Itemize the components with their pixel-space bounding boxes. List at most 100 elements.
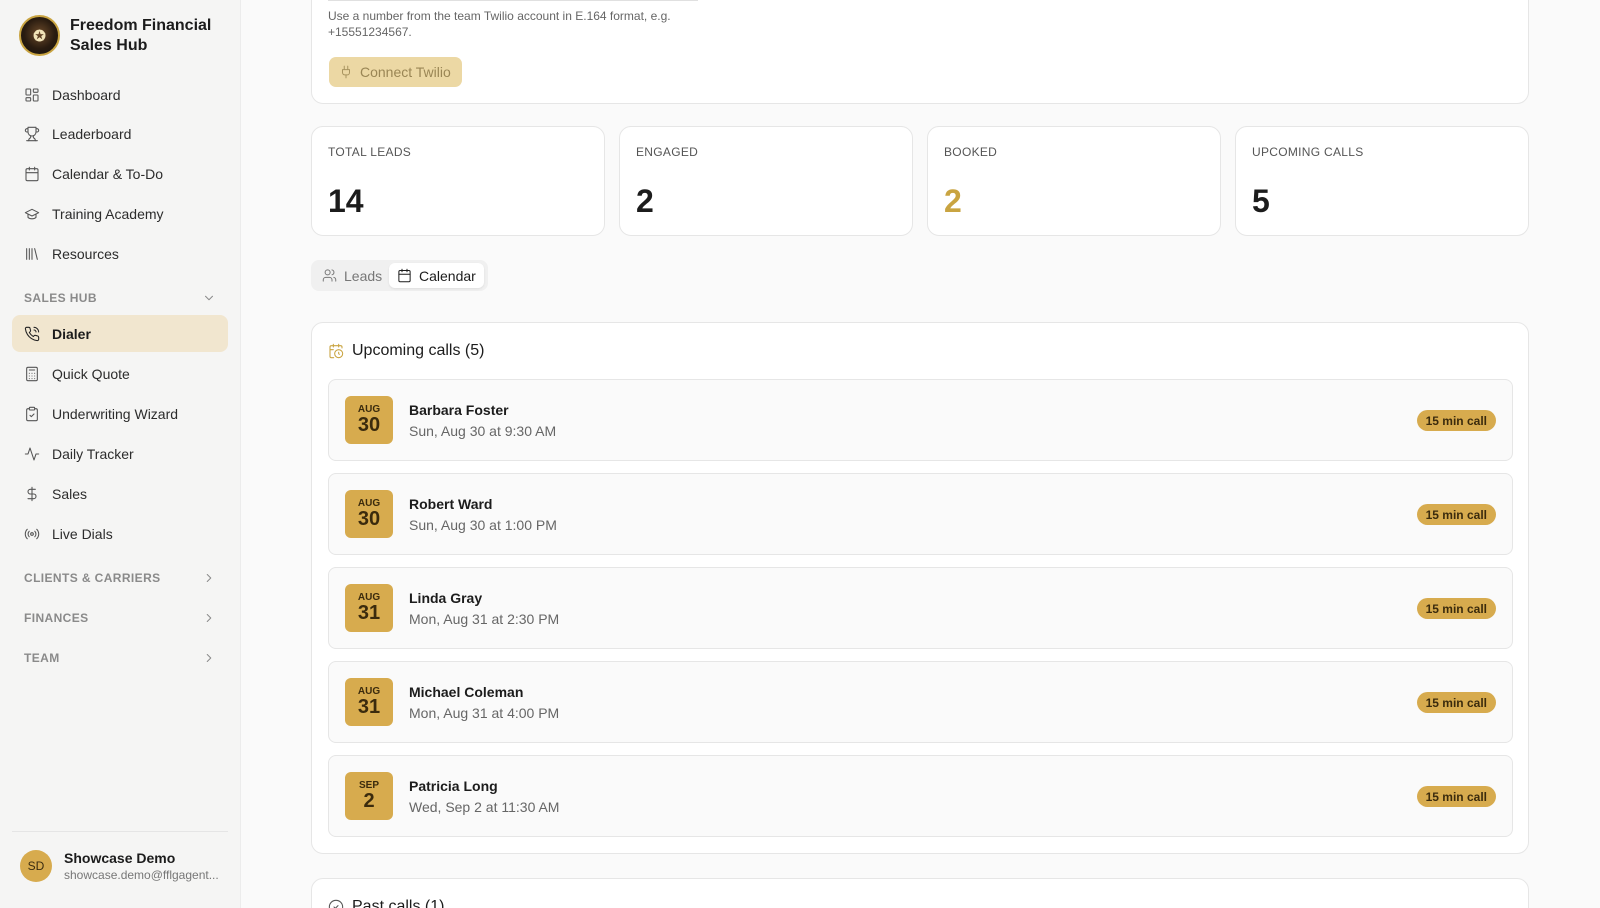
upcoming-calls-title: Upcoming calls (5)	[328, 342, 484, 360]
stat-label: BOOKED	[944, 145, 998, 159]
library-icon	[24, 246, 40, 262]
sidebar-item-label: Daily Tracker	[52, 445, 134, 462]
call-row[interactable]: AUG 30 Barbara Foster Sun, Aug 30 at 9:3…	[328, 379, 1513, 461]
sidebar-item-sales[interactable]: Sales	[12, 475, 228, 512]
tab-leads[interactable]: Leads	[314, 263, 390, 288]
sidebar-item-training[interactable]: Training Academy	[12, 195, 228, 232]
sidebar-item-label: Underwriting Wizard	[52, 405, 179, 422]
upcoming-calls-label: Upcoming calls (5)	[352, 342, 485, 359]
activity-icon	[24, 446, 40, 462]
stat-value: 2	[636, 183, 654, 219]
date-badge: AUG 31	[345, 678, 393, 726]
date-badge: SEP 2	[345, 772, 393, 820]
call-duration-badge: 15 min call	[1416, 692, 1496, 713]
section-label: TEAM	[24, 651, 60, 665]
sidebar-item-label: Live Dials	[52, 525, 113, 542]
stat-booked: BOOKED 2	[927, 126, 1221, 236]
call-name: Robert Ward	[409, 496, 493, 512]
phone-number-input[interactable]	[328, 0, 698, 1]
section-finances[interactable]: FINANCES	[24, 608, 216, 628]
date-badge: AUG 31	[345, 584, 393, 632]
call-time: Sun, Aug 30 at 1:00 PM	[409, 517, 557, 533]
sidebar-item-label: Leaderboard	[52, 125, 132, 142]
chevron-right-icon	[206, 573, 212, 583]
main-content: Use a number from the team Twilio accoun…	[241, 0, 1600, 908]
sidebar-item-dialer[interactable]: Dialer	[12, 315, 228, 352]
sidebar-item-label: Calendar & To-Do	[52, 165, 164, 182]
date-badge: AUG 30	[345, 490, 393, 538]
past-calls-card: Past calls (1)	[311, 878, 1529, 908]
date-badge: AUG 30	[345, 396, 393, 444]
call-time: Sun, Aug 30 at 9:30 AM	[409, 423, 557, 439]
sidebar-item-resources[interactable]: Resources	[12, 235, 228, 272]
connect-twilio-button[interactable]: Connect Twilio	[329, 57, 462, 87]
avatar: SD	[20, 850, 52, 882]
sidebar-divider	[12, 831, 228, 832]
date-day: 31	[357, 602, 381, 624]
call-row[interactable]: AUG 31 Michael Coleman Mon, Aug 31 at 4:…	[328, 661, 1513, 743]
brand-title: Freedom Financial Sales Hub	[70, 16, 212, 54]
date-day: 2	[363, 790, 375, 812]
dashboard-icon	[24, 87, 40, 103]
call-row[interactable]: SEP 2 Patricia Long Wed, Sep 2 at 11:30 …	[328, 755, 1513, 837]
date-day: 30	[357, 414, 381, 436]
call-name: Patricia Long	[409, 778, 498, 794]
calculator-icon	[24, 366, 40, 382]
sidebar: ✪ Freedom Financial Sales Hub Dashboard …	[0, 0, 241, 908]
chevron-right-icon	[206, 613, 212, 623]
users-icon	[322, 269, 337, 282]
call-name: Barbara Foster	[409, 402, 509, 418]
sidebar-item-dashboard[interactable]: Dashboard	[12, 76, 228, 113]
tab-calendar[interactable]: Calendar	[389, 263, 484, 288]
date-day: 30	[357, 508, 381, 530]
date-day: 31	[357, 696, 381, 718]
brand[interactable]: ✪ Freedom Financial Sales Hub	[19, 15, 220, 56]
chevron-down-icon	[204, 295, 214, 301]
sidebar-item-label: Quick Quote	[52, 365, 130, 382]
sidebar-item-calendar[interactable]: Calendar & To-Do	[12, 155, 228, 192]
sidebar-item-underwriting[interactable]: Underwriting Wizard	[12, 395, 228, 432]
user-menu[interactable]: SD Showcase Demo showcase.demo@fflgagent…	[20, 850, 224, 882]
view-tabs: Leads Calendar	[311, 260, 488, 291]
user-name: Showcase Demo	[64, 850, 176, 866]
upcoming-calls-card: Upcoming calls (5) AUG 30 Barbara Foster…	[311, 322, 1529, 854]
call-name: Linda Gray	[409, 590, 483, 606]
phone-icon	[24, 326, 40, 342]
section-team[interactable]: TEAM	[24, 648, 216, 668]
calendar-icon	[398, 268, 411, 283]
eagle-seal-logo: ✪	[19, 15, 60, 56]
section-sales-hub[interactable]: SALES HUB	[24, 288, 216, 308]
sidebar-item-quick-quote[interactable]: Quick Quote	[12, 355, 228, 392]
sidebar-item-label: Training Academy	[52, 205, 164, 222]
tab-label: Calendar	[419, 267, 476, 284]
user-email: showcase.demo@fflgagent...	[64, 868, 219, 882]
section-label: FINANCES	[24, 611, 89, 625]
call-duration-badge: 15 min call	[1416, 504, 1496, 525]
connect-twilio-label: Connect Twilio	[360, 64, 451, 80]
sidebar-item-leaderboard[interactable]: Leaderboard	[12, 115, 228, 152]
stat-label: TOTAL LEADS	[328, 145, 412, 159]
dollar-icon	[24, 486, 40, 502]
sidebar-item-daily-tracker[interactable]: Daily Tracker	[12, 435, 228, 472]
sidebar-item-live-dials[interactable]: Live Dials	[12, 515, 228, 552]
check-circle-icon	[328, 899, 344, 908]
section-clients-carriers[interactable]: CLIENTS & CARRIERS	[24, 568, 216, 588]
stat-label: UPCOMING CALLS	[1252, 145, 1364, 159]
call-duration-badge: 15 min call	[1416, 786, 1496, 807]
call-duration-badge: 15 min call	[1416, 598, 1496, 619]
call-duration-badge: 15 min call	[1416, 410, 1496, 431]
call-time: Mon, Aug 31 at 4:00 PM	[409, 705, 560, 721]
twilio-settings-card: Use a number from the team Twilio accoun…	[311, 0, 1529, 104]
call-row[interactable]: AUG 31 Linda Gray Mon, Aug 31 at 2:30 PM…	[328, 567, 1513, 649]
tab-label: Leads	[344, 267, 383, 284]
chevron-right-icon	[206, 653, 212, 663]
trophy-icon	[24, 126, 40, 142]
graduation-cap-icon	[24, 206, 40, 222]
stat-label: ENGAGED	[636, 145, 699, 159]
stat-total-leads: TOTAL LEADS 14	[311, 126, 605, 236]
past-calls-label: Past calls (1)	[352, 898, 445, 908]
plug-icon	[342, 65, 350, 79]
call-row[interactable]: AUG 30 Robert Ward Sun, Aug 30 at 1:00 P…	[328, 473, 1513, 555]
past-calls-title[interactable]: Past calls (1)	[328, 898, 444, 908]
call-name: Michael Coleman	[409, 684, 524, 700]
